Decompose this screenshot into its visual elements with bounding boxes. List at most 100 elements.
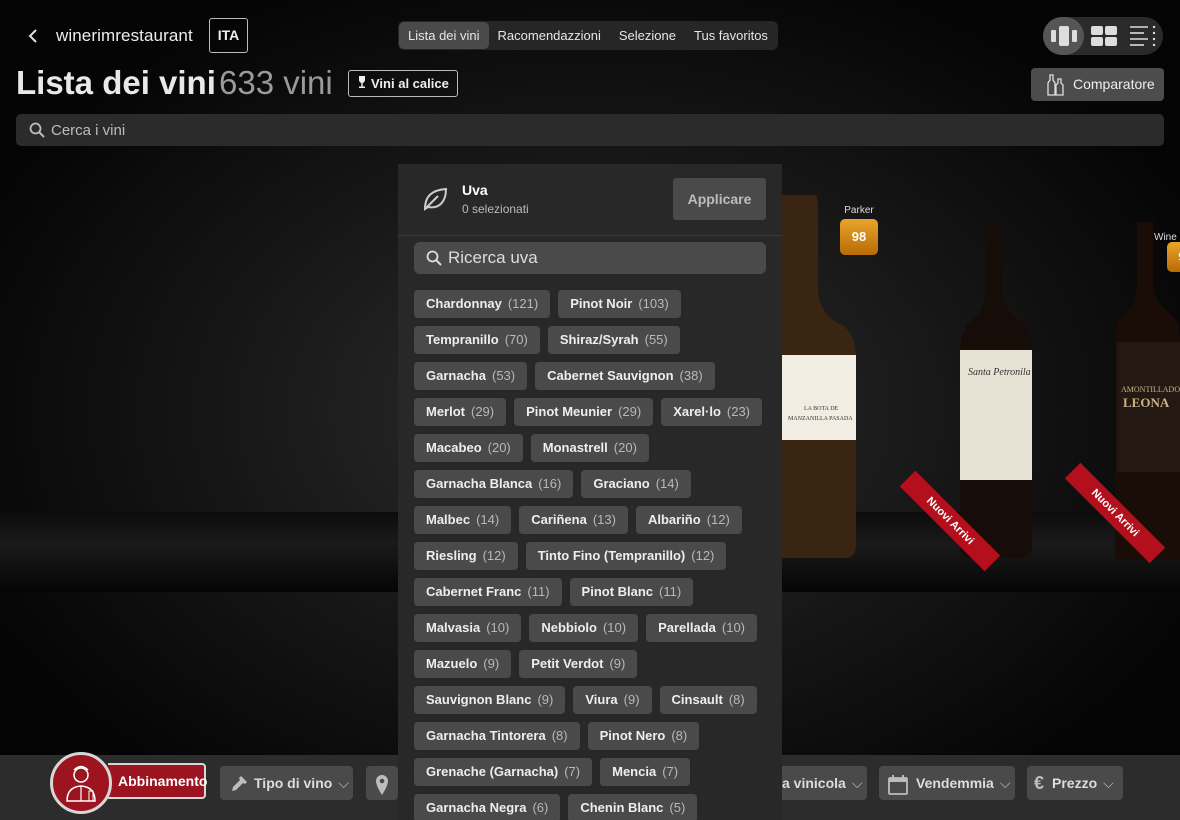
grape-chip[interactable]: Xarel·lo (23) (661, 398, 763, 426)
tab-selection[interactable]: Selezione (610, 22, 685, 49)
grape-filter-title: Uva (462, 182, 488, 198)
chevron-down-icon: ⌵ (338, 775, 349, 791)
sommelier-avatar-icon (50, 752, 112, 814)
grape-name: Pinot Blanc (581, 584, 654, 599)
grape-chip[interactable]: Cabernet Franc (11) (414, 578, 562, 606)
grape-count: (38) (679, 368, 703, 383)
back-arrow-icon[interactable] (26, 22, 46, 50)
tab-wine-list[interactable]: Lista dei vini (399, 22, 489, 49)
grape-name: Garnacha Blanca (426, 476, 533, 491)
compare-label: Comparatore (1073, 76, 1155, 92)
region-filter[interactable] (366, 766, 398, 800)
grape-chip[interactable]: Cinsault (8) (659, 686, 757, 714)
grape-name: Chardonnay (426, 296, 502, 311)
svg-text:AMONTILLADO: AMONTILLADO (1121, 385, 1180, 394)
grape-chip[interactable]: Petit Verdot (9) (519, 650, 638, 678)
grape-chip[interactable]: Garnacha (53) (414, 362, 528, 390)
grape-chip[interactable]: Shiraz/Syrah (55) (547, 326, 680, 354)
bottle-view-icon[interactable] (1043, 17, 1085, 55)
grape-chip[interactable]: Pinot Nero (8) (587, 722, 700, 750)
price-filter[interactable]: € Prezzo ⌵ (1027, 766, 1123, 800)
grape-chip[interactable]: Pinot Noir (103) (558, 290, 681, 318)
search-icon (29, 122, 45, 143)
grape-count: (8) (671, 728, 688, 743)
wine-glass-icon (357, 72, 367, 97)
grape-name: Mazuelo (426, 656, 478, 671)
grape-chip[interactable]: Parellada (10) (646, 614, 758, 642)
calendar-icon (888, 773, 908, 807)
grape-chip[interactable]: Merlot (29) (414, 398, 507, 426)
grape-count: (53) (491, 368, 516, 383)
language-selector[interactable]: ITA (209, 18, 248, 53)
grape-name: Merlot (426, 404, 465, 419)
wine-type-filter[interactable]: Tipo di vino ⌵ (220, 766, 353, 800)
grape-count: (12) (691, 548, 715, 563)
score-badge-parker: 98 (840, 219, 878, 255)
grape-chip[interactable]: Nebbiolo (10) (529, 614, 639, 642)
apply-button[interactable]: Applicare (673, 178, 766, 220)
tab-favorites[interactable]: Tus favoritos (685, 22, 777, 49)
vintage-filter[interactable]: Vendemmia ⌵ (879, 766, 1015, 800)
grape-chip[interactable]: Sauvignon Blanc (9) (414, 686, 566, 714)
grape-name: Pinot Noir (570, 296, 633, 311)
grape-chip[interactable]: Pinot Blanc (11) (569, 578, 694, 606)
grape-chip[interactable]: Mazuelo (9) (414, 650, 512, 678)
grape-chip[interactable]: Chardonnay (121) (414, 290, 551, 318)
grape-count: (10) (602, 620, 627, 635)
grape-name: Cabernet Franc (426, 584, 522, 599)
grape-name: Malvasia (426, 620, 481, 635)
svg-text:MANZANILLA PASADA: MANZANILLA PASADA (788, 416, 853, 422)
grape-chip[interactable]: Tempranillo (70) (414, 326, 540, 354)
grape-chip[interactable]: Tinto Fino (Tempranillo) (12) (525, 542, 727, 570)
grape-chip[interactable]: Albariño (12) (635, 506, 742, 534)
grape-name: Cinsault (671, 692, 723, 707)
grid-view-icon[interactable] (1084, 17, 1123, 55)
grape-chip[interactable]: Mencia (7) (600, 758, 691, 786)
leaf-icon (422, 186, 448, 217)
grape-count: (121) (507, 296, 539, 311)
grape-chip[interactable]: Cabernet Sauvignon (38) (535, 362, 715, 390)
grape-search-placeholder: Ricerca uva (448, 248, 538, 267)
grape-chip[interactable]: Malbec (14) (414, 506, 512, 534)
grape-chip[interactable]: Monastrell (20) (530, 434, 649, 462)
chevron-down-icon: ⌵ (851, 775, 863, 791)
grape-count: (103) (638, 296, 669, 311)
grape-chip[interactable]: Malvasia (10) (414, 614, 522, 642)
winery-filter[interactable]: a vinicola ⌵ (782, 766, 867, 800)
grape-chip[interactable]: Macabeo (20) (414, 434, 523, 462)
wine-search-input[interactable]: Cerca i vini (16, 114, 1164, 146)
list-view-icon[interactable] (1124, 17, 1163, 55)
grape-chip[interactable]: Garnacha Negra (6) (414, 794, 561, 820)
grape-chip[interactable]: Grenache (Garnacha) (7) (414, 758, 593, 786)
app-root: winerimrestaurant ITA Lista dei vini Rac… (0, 0, 1180, 820)
svg-text:LA BOTA DE: LA BOTA DE (804, 406, 839, 412)
compare-button[interactable]: Comparatore (1031, 68, 1164, 101)
tab-recommendations[interactable]: Racomendazzioni (489, 22, 610, 49)
grape-count: (20) (487, 440, 511, 455)
grape-chip[interactable]: Garnacha Tintorera (8) (414, 722, 580, 750)
grape-chip[interactable]: Garnacha Blanca (16) (414, 470, 574, 498)
grape-chip[interactable]: Graciano (14) (581, 470, 691, 498)
bottle-icon (228, 773, 248, 807)
grape-search-input[interactable]: Ricerca uva (414, 242, 766, 274)
grape-chip[interactable]: Chenin Blanc (5) (568, 794, 698, 820)
by-glass-button[interactable]: Vini al calice (348, 70, 458, 97)
score-label-parker: Parker (844, 205, 874, 216)
wine-bottle[interactable]: Santa Petronila (958, 225, 1034, 560)
grape-count: (8) (551, 728, 568, 743)
score-badge-wine-spectator: 9 (1167, 242, 1180, 272)
grape-name: Monastrell (542, 440, 608, 455)
pairing-button[interactable]: Abbinamento (50, 752, 208, 814)
grape-chip[interactable]: Cariñena (13) (519, 506, 628, 534)
grape-count: (23) (726, 404, 751, 419)
grape-count: (8) (728, 692, 745, 707)
grape-count: (14) (655, 476, 679, 491)
grape-chip[interactable]: Riesling (12) (414, 542, 518, 570)
grape-count: (9) (623, 692, 640, 707)
grape-chip[interactable]: Pinot Meunier (29) (514, 398, 654, 426)
grape-selected-count: 0 selezionati (462, 202, 529, 216)
grape-name: Pinot Nero (599, 728, 666, 743)
pairing-label: Abbinamento (108, 763, 207, 799)
view-mode-toggle (1043, 17, 1163, 55)
grape-chip[interactable]: Viura (9) (573, 686, 652, 714)
